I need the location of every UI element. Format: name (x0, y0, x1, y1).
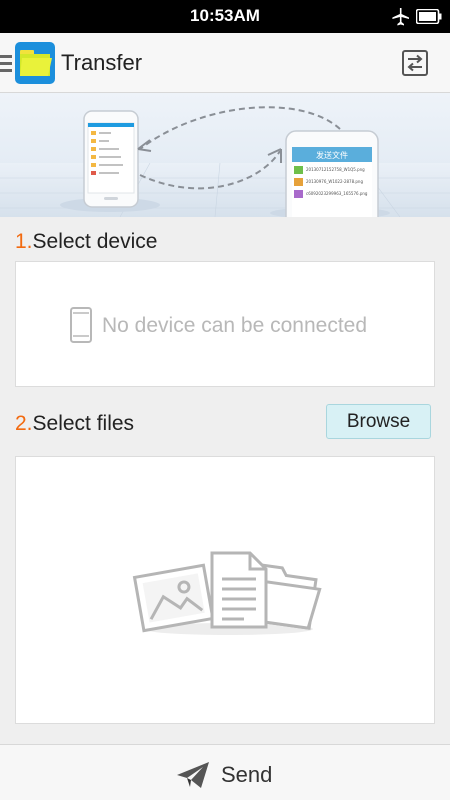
select-device-heading: 1.Select device (15, 230, 158, 253)
browse-button[interactable]: Browse (326, 404, 431, 439)
transfer-illustration: 发送文件 20130712152758_W1Q5.png 20130976_W1… (0, 106, 450, 217)
battery-icon (415, 8, 442, 29)
files-placeholder-icon (128, 549, 328, 644)
airplane-icon (390, 8, 410, 31)
switch-icon[interactable] (402, 50, 428, 76)
banner-file-2: 20130976_W1022-2878.png (306, 179, 363, 184)
selected-files-area[interactable] (15, 456, 435, 724)
app-bar: Transfer (0, 33, 450, 93)
send-icon[interactable] (176, 761, 210, 794)
menu-icon[interactable] (0, 54, 12, 77)
select-files-heading: 2.Select files (15, 412, 135, 435)
app-title: Transfer (61, 50, 143, 75)
device-list[interactable]: No device can be connected (15, 261, 435, 387)
banner-file-1: 20130712152758_W1Q5.png (306, 167, 365, 172)
app-logo-icon[interactable] (15, 42, 55, 89)
status-time: 10:53AM (190, 6, 260, 25)
banner-file-3: c6092023299963_165576.png (306, 191, 368, 196)
send-bar[interactable]: Send (0, 744, 450, 800)
banner-screen-title: 发送文件 (316, 150, 348, 160)
transfer-banner: 发送文件 20130712152758_W1Q5.png 20130976_W1… (0, 93, 450, 217)
status-bar: 10:53AM (0, 0, 450, 33)
send-button[interactable]: Send (221, 762, 272, 788)
phone-icon (70, 307, 92, 348)
no-device-message: No device can be connected (102, 314, 368, 337)
